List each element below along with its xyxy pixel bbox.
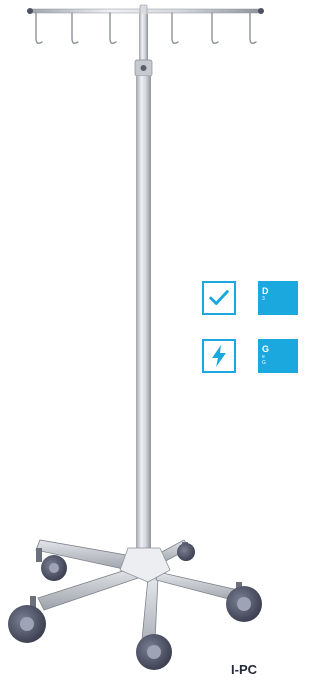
- main-pole: [136, 76, 151, 548]
- upper-pole: [139, 14, 148, 66]
- feature-title-2: G: [262, 344, 270, 354]
- checkmark-icon: [202, 281, 236, 315]
- lightning-icon: [202, 339, 236, 373]
- feature-card-1: D 3: [258, 281, 298, 315]
- feature-subtitle-2: e G: [262, 354, 266, 366]
- feature-card-2: G e G: [258, 339, 298, 373]
- product-label: I-PC: [231, 662, 257, 677]
- feature-subtitle-1: 3: [262, 296, 265, 302]
- feature-title-1: D: [262, 286, 269, 296]
